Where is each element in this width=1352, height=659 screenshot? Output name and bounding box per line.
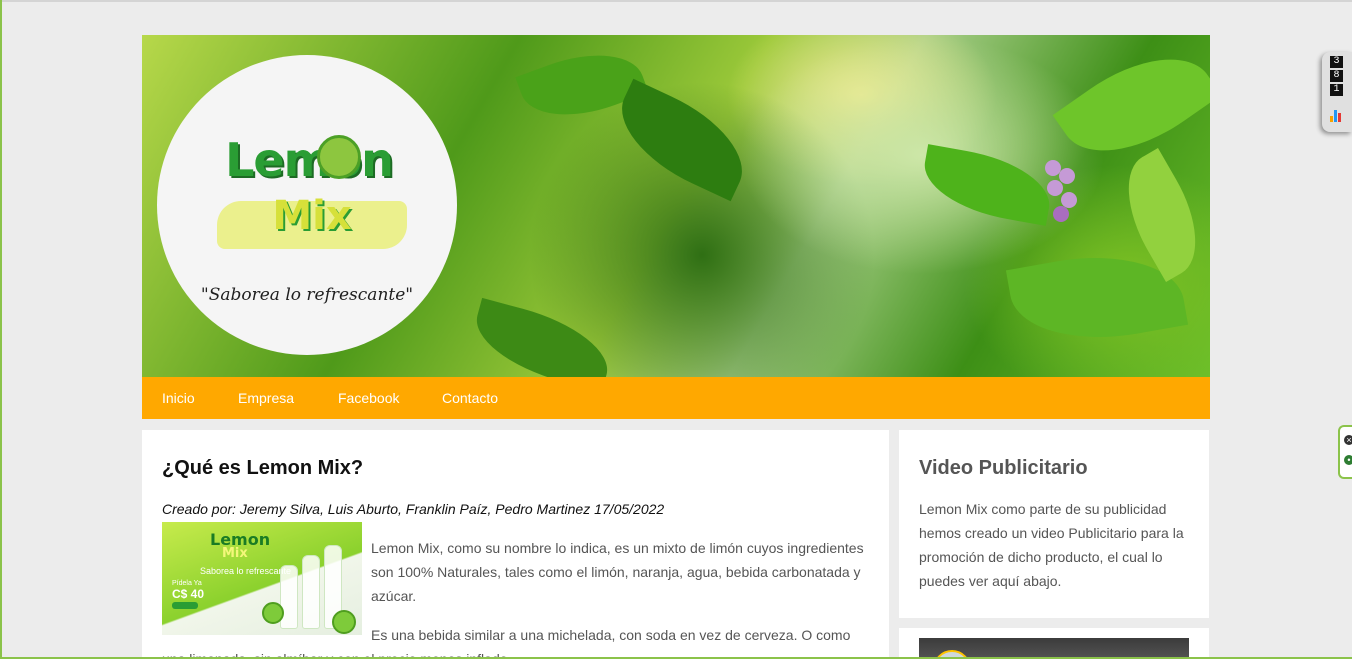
bar-chart-icon [1330, 108, 1344, 122]
lemon-blossom [1037, 150, 1087, 230]
bottle-image [302, 555, 320, 629]
settings-icon[interactable]: • [1344, 455, 1352, 465]
lime-slice-icon [317, 135, 361, 179]
product-image-button [172, 602, 198, 609]
logo-wordmark-mix: Mix [272, 193, 352, 239]
bottle-image [280, 565, 298, 629]
banner-leaf [466, 297, 618, 377]
logo-slogan: "Saborea lo refrescante" [200, 285, 414, 305]
sidebar-video-card: Video Publicitario Lemon Mix como parte … [899, 430, 1209, 618]
post-meta: Creado por: Jeremy Silva, Luis Aburto, F… [162, 501, 665, 517]
banner-leaf [603, 78, 761, 202]
counter-digit: 3 [1330, 56, 1343, 68]
lime-image [262, 602, 284, 624]
post-title[interactable]: ¿Qué es Lemon Mix? [162, 457, 363, 480]
product-image-price: C$ 40 [172, 587, 205, 601]
sidebar-title: Video Publicitario [919, 457, 1088, 479]
close-icon[interactable]: × [1344, 435, 1352, 445]
nav-item-contacto[interactable]: Contacto [442, 377, 498, 419]
nav-item-facebook[interactable]: Facebook [338, 377, 399, 419]
site-logo[interactable]: Lemon Mix "Saborea lo refrescante" [157, 55, 457, 355]
video-player[interactable] [919, 638, 1189, 659]
logo-wordmark-mix-wrap: Mix [217, 187, 407, 257]
post-paragraph-2: Es una bebida similar a una michelada, c… [162, 627, 851, 659]
window-top-border [0, 0, 1352, 2]
main-nav: Inicio Empresa Facebook Contacto [142, 377, 1210, 419]
banner-leaf [917, 144, 1057, 226]
main-post: ¿Qué es Lemon Mix? Creado por: Jeremy Si… [142, 430, 889, 659]
sidebar-text: Lemon Mix como parte de su publicidad he… [919, 501, 1184, 589]
product-image-price-label: Pídela Ya [172, 580, 202, 587]
window-left-border [0, 0, 2, 659]
visit-counter-widget[interactable]: 3 8 1 [1322, 52, 1352, 132]
nav-item-inicio[interactable]: Inicio [162, 377, 195, 419]
product-image-slogan: Saborea lo refrescante [200, 566, 292, 576]
counter-digit: 8 [1330, 70, 1343, 82]
nav-item-empresa[interactable]: Empresa [238, 377, 294, 419]
logo-wordmark-lemon: Lemon [225, 133, 394, 187]
sidebar-video-embed-card [899, 628, 1209, 659]
product-image-brand-mix: Mix [222, 546, 248, 561]
post-paragraph-1: Lemon Mix, como su nombre lo indica, es … [371, 540, 864, 604]
counter-digit: 1 [1330, 84, 1343, 96]
product-image[interactable]: Lemon Mix Saborea lo refrescante Pídela … [162, 522, 362, 635]
side-tab-widget[interactable]: × • [1338, 425, 1352, 479]
